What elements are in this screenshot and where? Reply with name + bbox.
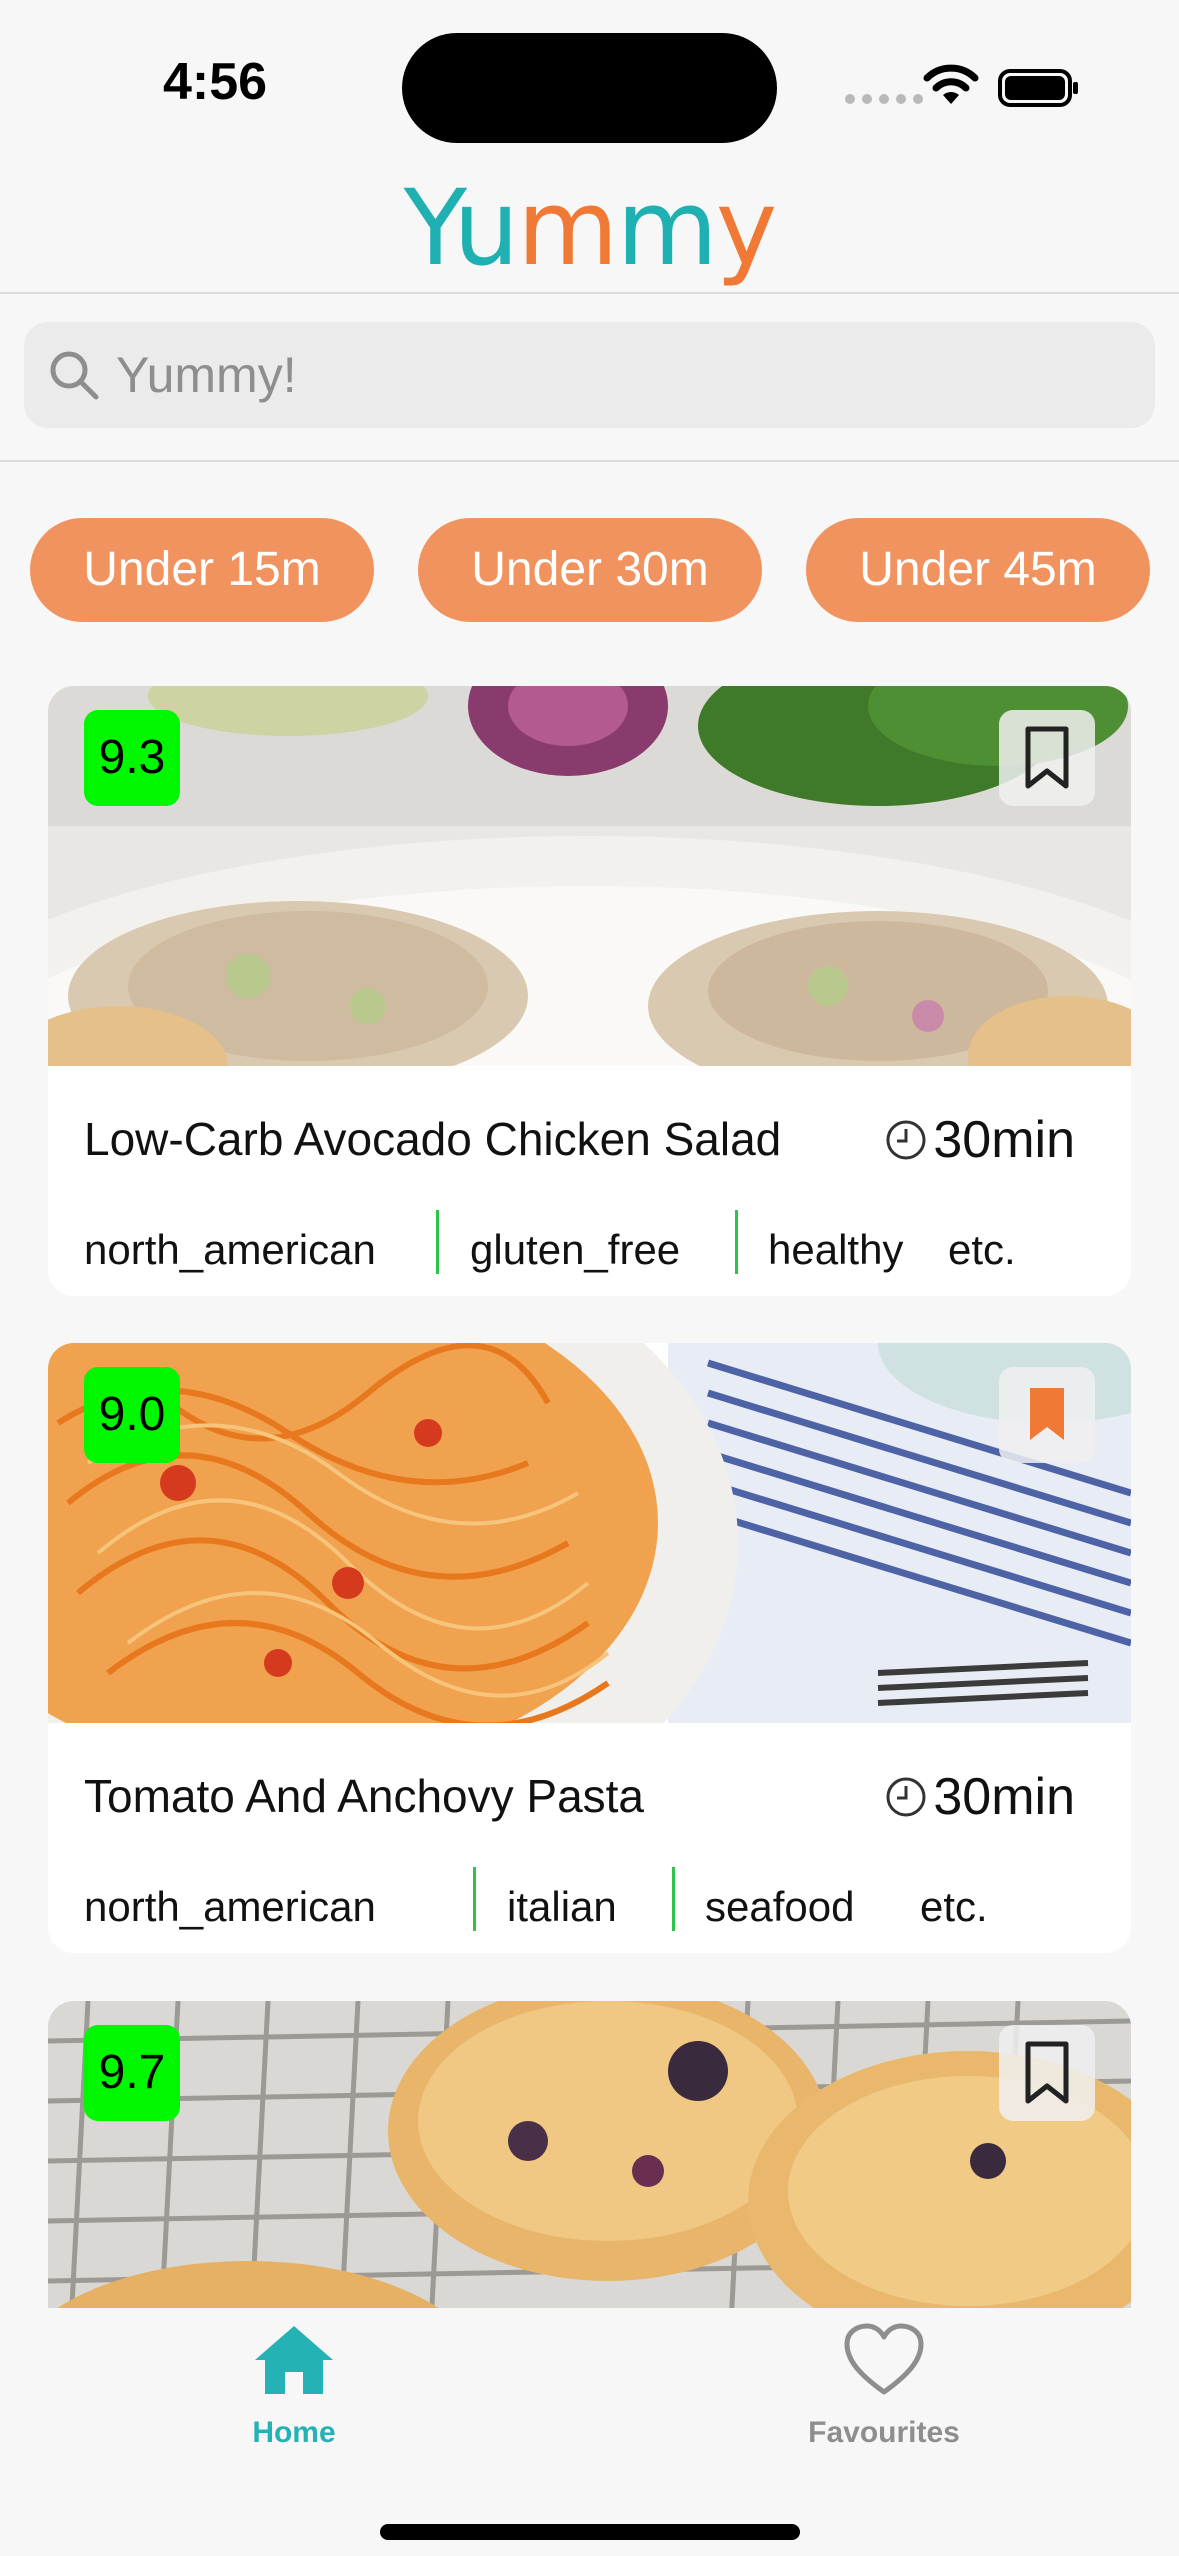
recipe-tag: north_american (84, 1226, 376, 1273)
recipe-list: 9.3 Low-Carb Avocado Chicken Salad 30min… (0, 0, 1179, 2308)
recipe-tag: healthy (768, 1226, 904, 1273)
rating-badge: 9.3 (84, 710, 180, 806)
recipe-info: Tomato And Anchovy Pasta 30min north_ame… (48, 1723, 1131, 1953)
recipe-card[interactable]: 9.7 (48, 2001, 1131, 2308)
recipe-card[interactable]: 9.3 Low-Carb Avocado Chicken Salad 30min… (48, 686, 1131, 1296)
bookmark-outline-icon (1025, 2041, 1069, 2104)
tag-divider (436, 1210, 439, 1274)
recipe-image (48, 2001, 1131, 2308)
recipe-tags-more: etc. (948, 1226, 1016, 1273)
bookmark-button[interactable] (999, 2025, 1095, 2121)
rating-badge: 9.0 (84, 1367, 180, 1463)
tag-divider (672, 1867, 675, 1931)
home-indicator (380, 2524, 800, 2540)
recipe-tag: gluten_free (470, 1226, 681, 1273)
recipe-time: 30min (885, 1110, 1075, 1170)
clock-icon (886, 1777, 926, 1817)
tab-label: Home (252, 2416, 336, 2449)
recipe-image (48, 1343, 1131, 1723)
recipe-card[interactable]: 9.0 Tomato And Anchovy Pasta 30min north… (48, 1343, 1131, 1953)
tab-bar: Home Favourites (0, 2308, 1179, 2556)
heart-icon (844, 2323, 924, 2395)
recipe-info: Low-Carb Avocado Chicken Salad 30min nor… (48, 1066, 1131, 1296)
clock-icon (886, 1120, 926, 1160)
recipe-title: Low-Carb Avocado Chicken Salad (84, 1113, 782, 1165)
tag-divider (735, 1210, 738, 1274)
recipe-tags-more: etc. (920, 1883, 988, 1930)
recipe-time-label: 30min (933, 1768, 1075, 1826)
bookmark-outline-icon (1025, 726, 1069, 789)
tab-favourites[interactable]: Favourites (754, 2322, 1014, 2472)
recipe-title: Tomato And Anchovy Pasta (84, 1770, 645, 1822)
recipe-time-label: 30min (933, 1111, 1075, 1169)
bookmark-button[interactable] (999, 1367, 1095, 1463)
tab-label: Favourites (808, 2416, 960, 2449)
tab-home[interactable]: Home (164, 2322, 424, 2472)
rating-badge: 9.7 (84, 2025, 180, 2121)
tag-divider (473, 1867, 476, 1931)
recipe-tag: italian (507, 1883, 617, 1930)
bookmark-filled-icon (1030, 1388, 1064, 1440)
recipe-image (48, 686, 1131, 1066)
recipe-time: 30min (885, 1767, 1075, 1827)
bookmark-button[interactable] (999, 710, 1095, 806)
home-icon (255, 2326, 333, 2394)
recipe-tag: seafood (705, 1883, 855, 1930)
recipe-tag: north_american (84, 1883, 376, 1930)
